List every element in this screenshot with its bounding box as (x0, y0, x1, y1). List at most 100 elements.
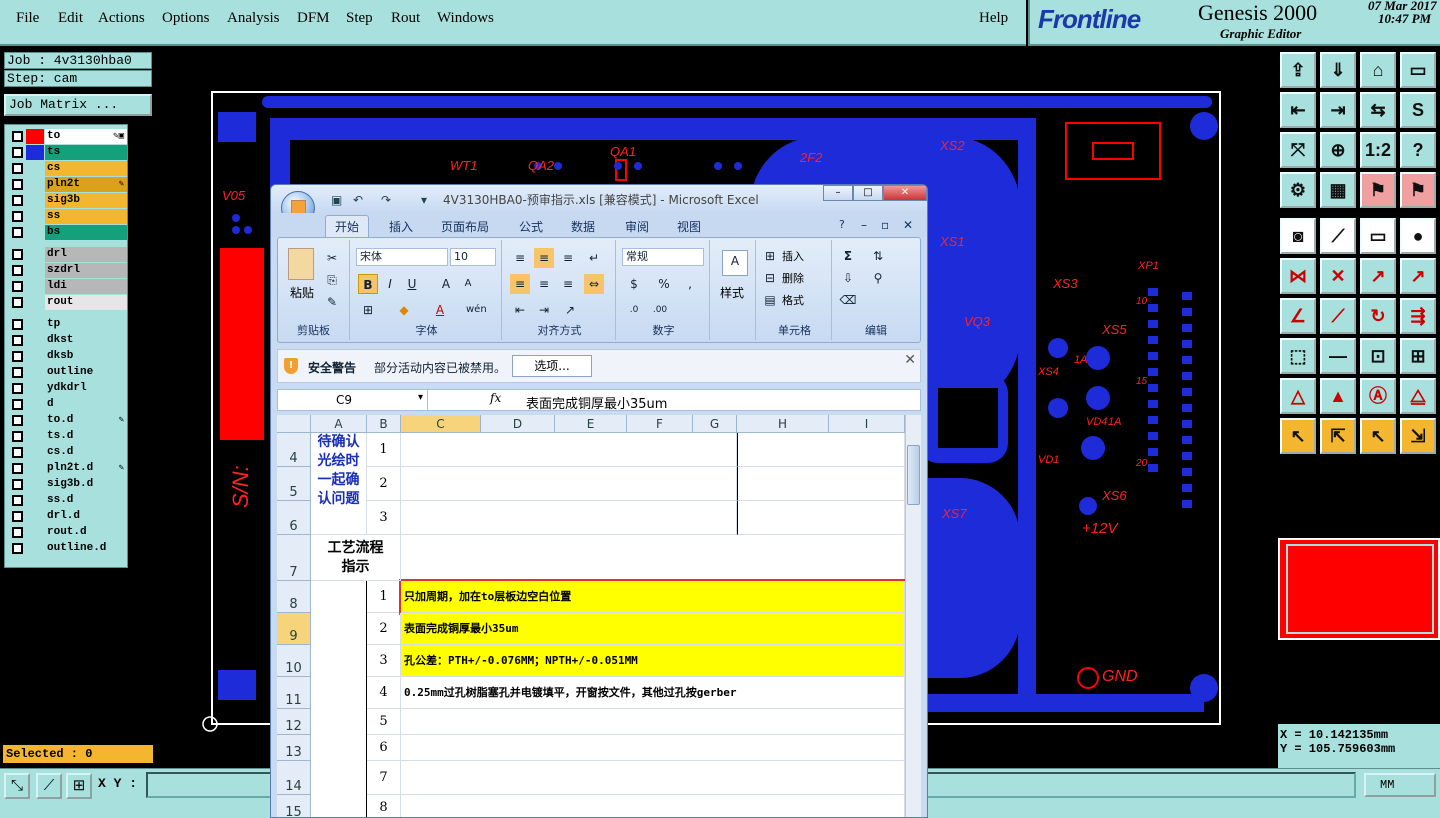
fx-icon[interactable]: fx (490, 391, 501, 405)
delete-cells-label[interactable]: 删除 (782, 270, 804, 286)
pointer-icon[interactable]: ↖ (1280, 418, 1316, 454)
help-icon[interactable]: ? (1400, 132, 1436, 168)
row-header[interactable]: 13 (277, 735, 311, 761)
ruler-icon[interactable]: ▭ (1360, 218, 1396, 254)
percent-icon[interactable]: % (654, 274, 674, 294)
layer-checkbox[interactable] (12, 227, 23, 238)
prev-icon[interactable]: ⇤ (1280, 92, 1316, 128)
underline-icon[interactable]: U (402, 274, 422, 294)
layer-row-outline[interactable]: outline (9, 365, 127, 380)
menu-analysis[interactable]: Analysis (227, 10, 280, 27)
split-icon[interactable]: ⇶ (1400, 298, 1436, 334)
layer-row-sig3b-d[interactable]: sig3b.d (9, 477, 127, 492)
pad-icon[interactable]: ◙ (1280, 218, 1316, 254)
column-header-i[interactable]: I (829, 415, 905, 433)
layer-name[interactable]: cs.d (45, 445, 127, 460)
layer-row-ss-d[interactable]: ss.d (9, 493, 127, 508)
row-header[interactable]: 6 (277, 501, 311, 535)
layer-color-swatch[interactable] (26, 193, 44, 208)
layer-row-outline-d[interactable]: outline.d (9, 541, 127, 556)
menu-rout[interactable]: Rout (391, 10, 420, 27)
column-header-a[interactable]: A (311, 415, 367, 433)
layer-color-swatch[interactable] (26, 317, 44, 332)
orientation-icon[interactable]: ↗ (560, 300, 580, 320)
save-icon[interactable]: ▣ (331, 193, 342, 207)
cell-b[interactable]: 4 (367, 677, 401, 709)
layer-name[interactable]: szdrl (45, 263, 127, 278)
layer-checkbox[interactable] (12, 383, 23, 394)
bold-icon[interactable]: B (358, 274, 378, 294)
row-header[interactable]: 4 (277, 433, 311, 467)
line-icon[interactable]: ⟋ (1320, 218, 1356, 254)
cell-a-merged-blank[interactable] (311, 581, 367, 817)
layer-color-swatch[interactable] (26, 365, 44, 380)
layer-name[interactable]: sig3b.d (45, 477, 127, 492)
undo-icon[interactable]: ↶ (353, 193, 363, 207)
cell-b[interactable]: 6 (367, 735, 401, 761)
decrease-decimal-icon[interactable]: .00 (650, 300, 670, 320)
column-header-d[interactable]: D (481, 415, 555, 433)
layer-checkbox[interactable] (12, 179, 23, 190)
cell-b[interactable]: 2 (367, 613, 401, 645)
formula-input[interactable]: 表面完成铜厚最小35um (526, 393, 667, 412)
layer-row-d[interactable]: d (9, 397, 127, 412)
layer-row-ts-d[interactable]: ts.d (9, 429, 127, 444)
layer-checkbox[interactable] (12, 415, 23, 426)
layer-color-swatch[interactable] (26, 445, 44, 460)
layer-checkbox[interactable] (12, 319, 23, 330)
layer-row-pln2t[interactable]: pln2t ✎ (9, 177, 127, 192)
layers-icon[interactable]: ⚑ (1360, 172, 1396, 208)
layer-color-swatch[interactable] (26, 209, 44, 224)
layer-checkbox[interactable] (12, 131, 23, 142)
italic-icon[interactable]: I (380, 274, 400, 294)
cell-b[interactable]: 3 (367, 645, 401, 677)
paste-label[interactable]: 粘贴 (290, 284, 314, 301)
layer-row-ss[interactable]: ss (9, 209, 127, 224)
layer-color-swatch[interactable] (26, 145, 44, 160)
styles-label[interactable]: 样式 (720, 284, 744, 301)
select-all-corner[interactable] (277, 415, 311, 433)
layer-checkbox[interactable] (12, 399, 23, 410)
layer-name[interactable]: sig3b (45, 193, 127, 208)
fill-color-icon[interactable]: ◆ (394, 300, 414, 320)
menu-file[interactable]: File (16, 10, 39, 27)
select-poly-icon[interactable]: ⇲ (1400, 418, 1436, 454)
layer-name[interactable]: to ✎▣ (45, 129, 127, 144)
font-size-select[interactable]: 10 (450, 248, 496, 266)
menu-windows[interactable]: Windows (437, 10, 494, 27)
worksheet-grid[interactable]: A B C D E F G H I 4 1 5 2 6 3 7 8 1 只加周期，加在to层板边空白位置 9 2 表面完成… (277, 415, 905, 817)
row-header[interactable]: 8 (277, 581, 311, 613)
tab-home[interactable]: 开始 (335, 218, 359, 235)
layer-name[interactable]: ldi (45, 279, 127, 294)
layer-color-swatch[interactable] (26, 413, 44, 428)
column-header-f[interactable]: F (627, 415, 693, 433)
select-box-icon[interactable]: ⇱ (1320, 418, 1356, 454)
copy-icon[interactable]: ⎘ (322, 270, 342, 290)
tab-data[interactable]: 数据 (571, 218, 595, 235)
layer-row-ts[interactable]: ts (9, 145, 127, 160)
wrap-text-icon[interactable]: ↵ (584, 248, 604, 268)
layer-row-cs[interactable]: cs (9, 161, 127, 176)
menu-dfm[interactable]: DFM (297, 10, 330, 27)
delete-cells-icon[interactable]: ⊟ (760, 268, 780, 288)
layer-name[interactable]: tp (45, 317, 127, 332)
column-header-c[interactable]: C (401, 415, 481, 433)
tab-page-layout[interactable]: 页面布局 (441, 218, 489, 235)
cell-c[interactable]: 孔公差：PTH+/-0.076MM；NPTH+/-0.051MM (401, 645, 905, 677)
layer-color-swatch[interactable] (26, 349, 44, 364)
paste-icon[interactable] (288, 248, 314, 280)
measure-icon[interactable]: ⊡ (1360, 338, 1396, 374)
slash-icon[interactable]: ⟋ (1320, 298, 1356, 334)
layer-checkbox[interactable] (12, 543, 23, 554)
angle-icon[interactable]: ∠ (1280, 298, 1316, 334)
layer-checkbox[interactable] (12, 163, 23, 174)
menu-edit[interactable]: Edit (58, 10, 83, 27)
tri-b-icon[interactable]: Ⓐ (1360, 378, 1396, 414)
layer-row-sig3b[interactable]: sig3b (9, 193, 127, 208)
layer-color-swatch[interactable] (26, 247, 44, 262)
layer-color-swatch[interactable] (26, 429, 44, 444)
layer-name[interactable]: ydkdrl (45, 381, 127, 396)
cell-b[interactable]: 1 (367, 581, 401, 613)
layer-row-dksb[interactable]: dksb (9, 349, 127, 364)
column-header-b[interactable]: B (367, 415, 401, 433)
